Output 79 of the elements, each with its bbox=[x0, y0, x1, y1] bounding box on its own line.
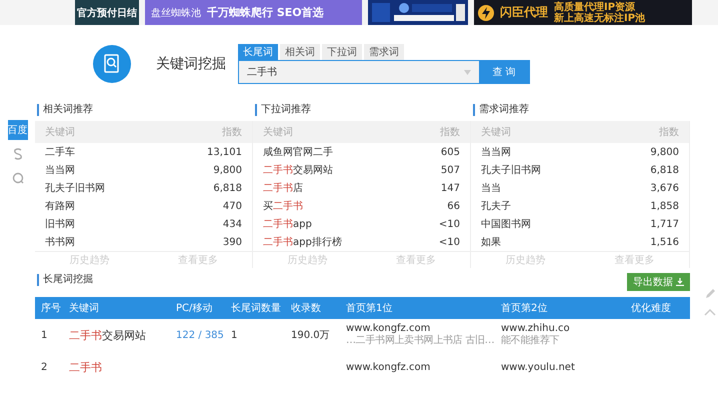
index-cell: 1,717 bbox=[650, 218, 679, 230]
keyword-cell[interactable]: 二手车 bbox=[45, 145, 75, 159]
mode-tab[interactable]: 下拉词 bbox=[322, 44, 362, 60]
index-cell: <10 bbox=[438, 218, 460, 230]
index-cell: 13,101 bbox=[207, 146, 242, 158]
download-icon bbox=[676, 278, 684, 286]
result-snippet: 能不能推荐下 bbox=[501, 334, 560, 347]
index-cell: <10 bbox=[438, 236, 460, 248]
keyword-cell[interactable]: 二手书店 bbox=[263, 181, 303, 195]
index-cell: 9,800 bbox=[213, 164, 242, 176]
keyword-cell[interactable]: 二手书交易网站 bbox=[69, 328, 146, 342]
keyword-cell[interactable]: 当当网 bbox=[481, 145, 511, 159]
keyword-cell[interactable]: 二手书 bbox=[69, 360, 102, 374]
keyword-cell[interactable]: 二手书交易网站 bbox=[263, 163, 333, 177]
section-title: 下拉词推荐 bbox=[255, 104, 311, 116]
index-cell: 6,818 bbox=[650, 164, 679, 176]
index-cell: 390 bbox=[222, 236, 242, 248]
indexed-cell-text: 190.0万 bbox=[291, 329, 330, 342]
index-cell: 6,818 bbox=[213, 182, 242, 194]
keyword-cell[interactable]: 孔夫子 bbox=[481, 199, 511, 213]
section-title: 相关词推荐 bbox=[37, 104, 93, 116]
column-header: 首页第1位 bbox=[340, 297, 495, 319]
mode-tab[interactable]: 相关词 bbox=[280, 44, 320, 60]
column-header: 指数 bbox=[659, 126, 679, 139]
index-cell: 66 bbox=[447, 200, 460, 212]
column-header: PC/移动 bbox=[170, 297, 225, 319]
keyword-cell[interactable]: 二手书app排行榜 bbox=[263, 235, 342, 249]
row-number: 2 bbox=[41, 362, 48, 372]
index-cell: 470 bbox=[222, 200, 242, 212]
column-header: 关键词 bbox=[45, 126, 75, 139]
column-header: 关键词 bbox=[481, 126, 511, 139]
ad-banner[interactable]: 官方预付日结 bbox=[75, 0, 139, 25]
keyword-cell[interactable]: 旧书网 bbox=[45, 217, 75, 231]
search-icon bbox=[12, 172, 24, 184]
section-title: 需求词推荐 bbox=[473, 104, 529, 116]
index-cell: 507 bbox=[440, 164, 460, 176]
keyword-cell[interactable]: 孔夫子旧书网 bbox=[481, 163, 541, 177]
column-header: 序号 bbox=[35, 297, 63, 319]
column-header: 关键词 bbox=[263, 126, 293, 139]
tool-title: 关键词挖掘 bbox=[156, 55, 226, 73]
keyword-cell[interactable]: 二手书app bbox=[263, 217, 312, 231]
chevron-up-icon[interactable] bbox=[704, 308, 716, 316]
result-url[interactable]: www.youlu.net bbox=[501, 362, 575, 372]
pc-mobile-cell[interactable]: 122 / 385 bbox=[176, 330, 224, 340]
index-cell: 1,516 bbox=[650, 236, 679, 248]
column-header: 指数 bbox=[222, 126, 242, 139]
keyword-cell[interactable]: 咸鱼网官网二手 bbox=[263, 145, 333, 159]
row-number: 1 bbox=[41, 330, 48, 340]
keyword-cell[interactable]: 如果 bbox=[481, 235, 501, 249]
pencil-icon[interactable] bbox=[704, 288, 716, 300]
column-header: 优化难度 bbox=[625, 297, 690, 319]
index-cell: 147 bbox=[440, 182, 460, 194]
keyword-cell[interactable]: 有路网 bbox=[45, 199, 75, 213]
column-header: 指数 bbox=[440, 126, 460, 139]
section-title: 长尾词挖掘 bbox=[37, 274, 93, 286]
column-header: 长尾词数量 bbox=[225, 297, 285, 319]
result-url[interactable]: www.zhihu.co bbox=[501, 323, 570, 334]
column-header: 收录数 bbox=[285, 297, 340, 319]
result-snippet: …二手书网上卖书网上书店 古旧… bbox=[346, 334, 494, 347]
result-url[interactable]: www.kongfz.com bbox=[346, 362, 430, 372]
mode-tab[interactable]: 需求词 bbox=[364, 44, 404, 60]
keyword-cell[interactable]: 当当网 bbox=[45, 163, 75, 177]
column-header: 关键词 bbox=[63, 297, 170, 319]
logo-icon bbox=[93, 45, 131, 83]
keyword-cell[interactable]: 中国图书网 bbox=[481, 217, 531, 231]
keyword-cell[interactable]: 孔夫子旧书网 bbox=[45, 181, 105, 195]
keyword-cell[interactable]: 书书网 bbox=[45, 235, 75, 249]
keyword-cell[interactable]: 当当 bbox=[481, 181, 501, 195]
index-cell: 3,676 bbox=[650, 182, 679, 194]
index-cell: 1,858 bbox=[650, 200, 679, 212]
result-url[interactable]: www.kongfz.com bbox=[346, 323, 430, 334]
s-letter-icon bbox=[12, 148, 22, 160]
column-header: 首页第2位 bbox=[495, 297, 625, 319]
keyword-cell[interactable]: 买二手书 bbox=[263, 199, 303, 213]
index-cell: 434 bbox=[222, 218, 242, 230]
index-cell: 605 bbox=[440, 146, 460, 158]
count-cell: 1 bbox=[231, 330, 238, 340]
index-cell: 9,800 bbox=[650, 146, 679, 158]
ad-banner[interactable]: 盘丝蜘蛛池 千万蜘蛛爬行 SEO首选 bbox=[145, 0, 362, 25]
